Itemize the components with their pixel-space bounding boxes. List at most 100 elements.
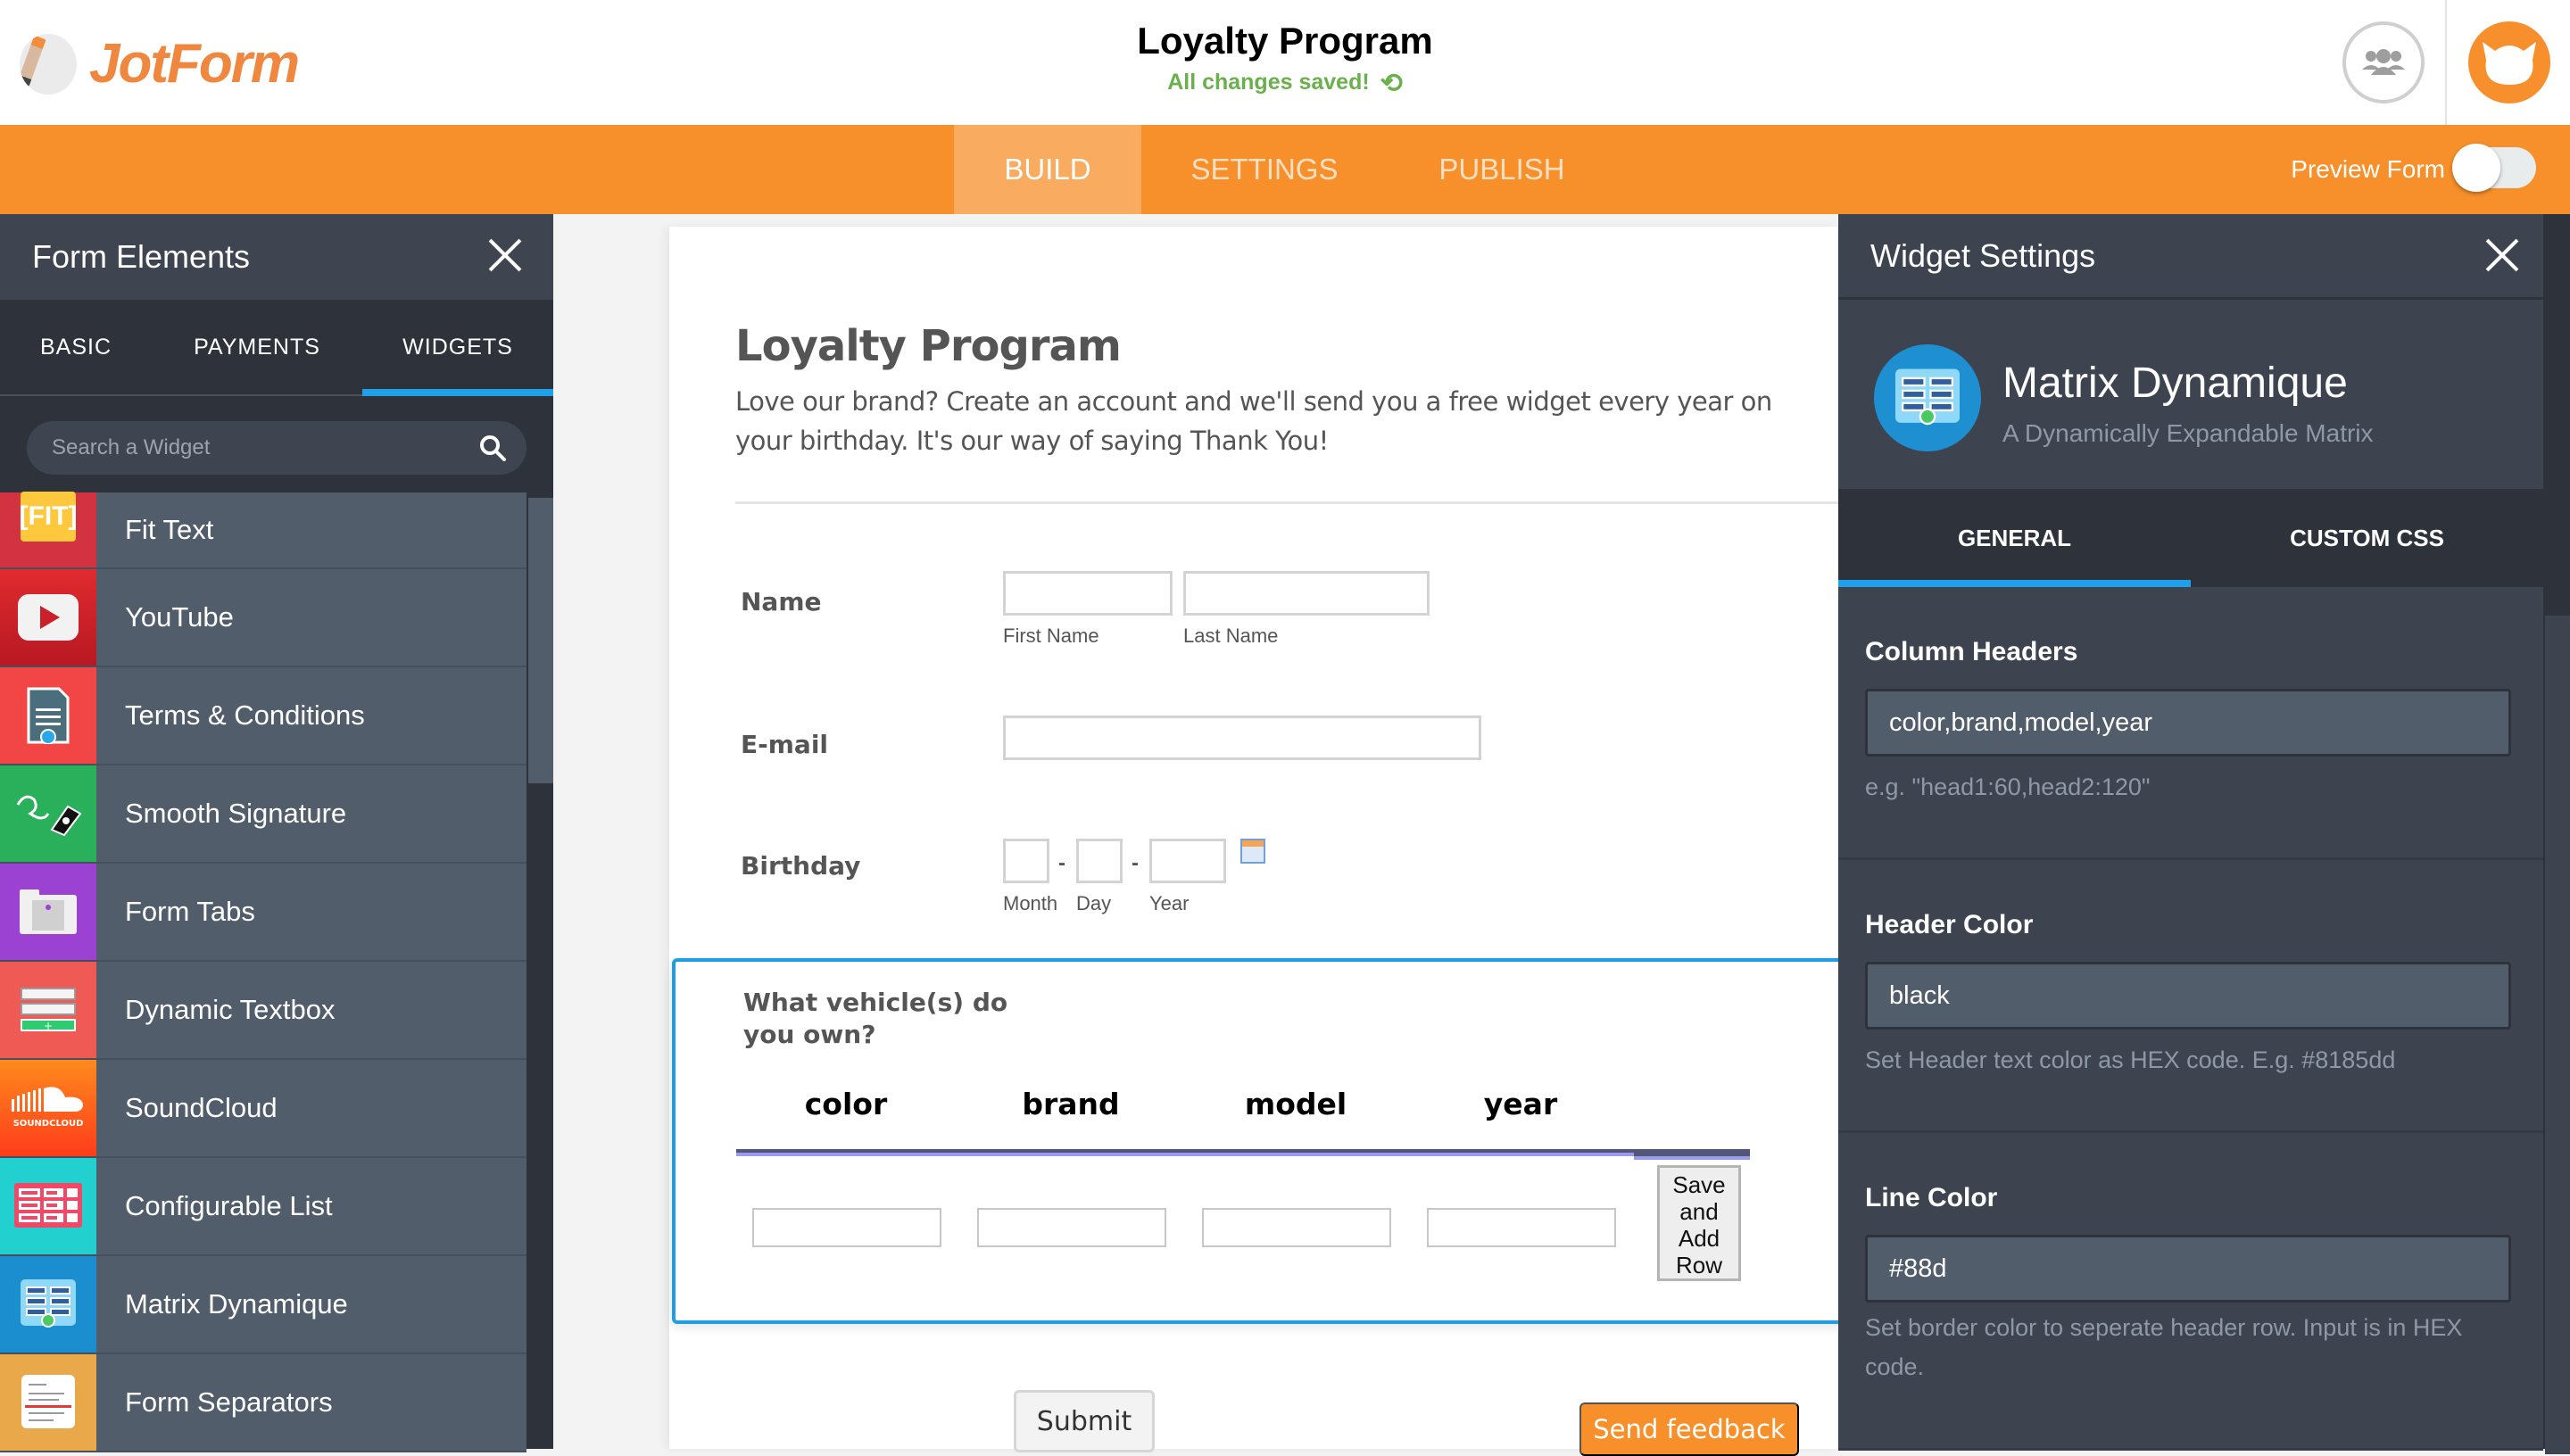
panel-title: Form Elements: [32, 238, 251, 275]
users-group-icon: [2362, 49, 2405, 75]
setting-hint: e.g. "head1:60,head2:120": [1865, 774, 2151, 800]
form-separators-icon: [0, 1354, 96, 1451]
matrix-cell-color[interactable]: [752, 1208, 941, 1247]
widget-item-label: Matrix Dynamique: [125, 1288, 348, 1320]
last-name-sublabel: Last Name: [1183, 625, 1279, 647]
send-feedback-button[interactable]: Send feedback: [1579, 1402, 1799, 1456]
widget-item-terms-conditions[interactable]: Terms & Conditions: [0, 667, 526, 765]
nav-tab-build[interactable]: BUILD: [954, 125, 1141, 214]
form-heading[interactable]: Loyalty Program: [735, 321, 1122, 371]
widget-search-input[interactable]: [27, 421, 455, 475]
widget-item-label: SoundCloud: [125, 1092, 278, 1123]
panel-title: Widget Settings: [1870, 236, 2096, 274]
svg-text:SOUNDCLOUD: SOUNDCLOUD: [13, 1119, 84, 1129]
preview-form-toggle[interactable]: [2452, 144, 2536, 192]
top-header: JotForm Loyalty Program All changes save…: [0, 0, 2570, 125]
widget-item-youtube[interactable]: YouTube: [0, 569, 526, 667]
widget-item-label: Form Separators: [125, 1386, 333, 1418]
settings-scroll-thumb[interactable]: [2545, 616, 2570, 1454]
submit-button[interactable]: Submit: [1014, 1390, 1155, 1452]
matrix-question-label[interactable]: What vehicle(s) do you own?: [743, 987, 1011, 1051]
widget-description: A Dynamically Expandable Matrix: [2002, 419, 2374, 447]
setting-hint: Set Header text color as HEX code. E.g. …: [1865, 1046, 2396, 1073]
matrix-column-header: year: [1483, 1087, 1558, 1121]
tab-custom-css[interactable]: CUSTOM CSS: [2191, 489, 2543, 587]
tab-payments[interactable]: PAYMENTS: [152, 300, 362, 394]
nav-tab-settings[interactable]: SETTINGS: [1151, 125, 1378, 214]
birthday-field-label[interactable]: Birthday: [741, 851, 860, 881]
widget-item-label: YouTube: [125, 601, 234, 633]
tab-general[interactable]: GENERAL: [1838, 489, 2191, 587]
header-color-input[interactable]: [1865, 962, 2511, 1030]
day-sublabel: Day: [1076, 892, 1112, 914]
widget-item-smooth-signature[interactable]: Smooth Signature: [0, 765, 526, 864]
email-field-label[interactable]: E-mail: [741, 730, 828, 759]
widget-item-dynamic-textbox[interactable]: + Dynamic Textbox: [0, 962, 526, 1060]
form-canvas: Loyalty Program Love our brand? Create a…: [553, 214, 1850, 1452]
matrix-column-header: model: [1244, 1087, 1347, 1121]
email-input[interactable]: [1003, 716, 1481, 760]
tab-basic[interactable]: BASIC: [0, 300, 152, 394]
preview-form-label: Preview Form: [2291, 155, 2445, 183]
first-name-input[interactable]: [1003, 571, 1173, 616]
setting-label: Header Color: [1865, 910, 2034, 939]
heading-divider: [735, 501, 1838, 504]
widget-item-configurable-list[interactable]: Configurable List: [0, 1158, 526, 1256]
user-avatar[interactable]: [2468, 21, 2550, 103]
widget-item-label: Terms & Conditions: [125, 699, 365, 731]
signature-pen-icon: [0, 765, 96, 862]
birthday-day-input[interactable]: [1076, 839, 1123, 883]
soundcloud-icon: SOUNDCLOUD: [0, 1060, 96, 1156]
widget-item-form-separators[interactable]: Form Separators: [0, 1354, 526, 1452]
team-collaborators-button[interactable]: [2342, 21, 2425, 103]
widget-list-scroll-thumb[interactable]: [528, 498, 553, 783]
close-icon[interactable]: [487, 237, 523, 273]
setting-label: Line Color: [1865, 1183, 1998, 1212]
calendar-icon[interactable]: [1240, 839, 1265, 864]
widget-settings-header: Widget Settings: [1838, 214, 2543, 300]
tab-widgets[interactable]: WIDGETS: [362, 300, 553, 396]
search-icon[interactable]: [478, 434, 507, 462]
column-headers-input[interactable]: [1865, 689, 2511, 757]
widget-search: [27, 421, 526, 475]
svg-text:+: +: [44, 1020, 53, 1032]
date-separator: -: [1058, 851, 1065, 875]
main-nav-bar: BUILD SETTINGS PUBLISH Preview Form: [0, 125, 2570, 214]
widget-name: Matrix Dynamique: [2002, 360, 2348, 407]
birthday-year-input[interactable]: [1149, 839, 1226, 883]
toggle-knob: [2452, 144, 2500, 192]
form-subheading[interactable]: Love our brand? Create an account and we…: [735, 382, 1815, 460]
form-tabs-icon: [0, 864, 96, 960]
nav-tab-publish[interactable]: PUBLISH: [1392, 125, 1612, 214]
widget-item-label: Dynamic Textbox: [125, 994, 336, 1025]
birthday-month-input[interactable]: [1003, 839, 1049, 883]
matrix-cell-year[interactable]: [1427, 1208, 1616, 1247]
save-status-text: All changes saved!: [1167, 70, 1370, 95]
name-field-label[interactable]: Name: [741, 587, 822, 616]
widget-item-label: Form Tabs: [125, 896, 255, 927]
save-status: All changes saved! ⟲: [0, 68, 2570, 99]
widget-item-soundcloud[interactable]: SOUNDCLOUD SoundCloud: [0, 1060, 526, 1158]
configurable-list-icon: [0, 1158, 96, 1254]
matrix-cell-brand[interactable]: [977, 1208, 1166, 1247]
refresh-icon[interactable]: ⟲: [1380, 68, 1403, 99]
matrix-widget-field[interactable]: What vehicle(s) do you own? color brand …: [672, 958, 1850, 1324]
matrix-column-header: color: [804, 1087, 888, 1121]
fit-text-icon: [FIT]: [0, 492, 96, 567]
save-add-row-button[interactable]: Save and Add Row: [1657, 1165, 1741, 1281]
line-color-input[interactable]: [1865, 1235, 2511, 1303]
widget-item-form-tabs[interactable]: Form Tabs: [0, 864, 526, 962]
widget-item-fit-text[interactable]: [FIT] Fit Text: [0, 492, 526, 569]
cat-face-icon: [2483, 42, 2536, 85]
element-category-tabs: BASIC PAYMENTS WIDGETS: [0, 300, 553, 396]
matrix-cell-model[interactable]: [1202, 1208, 1391, 1247]
setting-hint: Set border color to seperate header row.…: [1865, 1314, 2463, 1380]
last-name-input[interactable]: [1183, 571, 1430, 616]
close-icon[interactable]: [2484, 237, 2520, 273]
first-name-sublabel: First Name: [1003, 625, 1099, 647]
setting-line-color: Line Color Set border color to seperate …: [1838, 1133, 2543, 1451]
widget-item-matrix-dynamique[interactable]: Matrix Dynamique: [0, 1256, 526, 1354]
header-divider: [2445, 0, 2447, 125]
widget-item-label: Smooth Signature: [125, 798, 347, 829]
form-document-title[interactable]: Loyalty Program: [0, 20, 2570, 62]
